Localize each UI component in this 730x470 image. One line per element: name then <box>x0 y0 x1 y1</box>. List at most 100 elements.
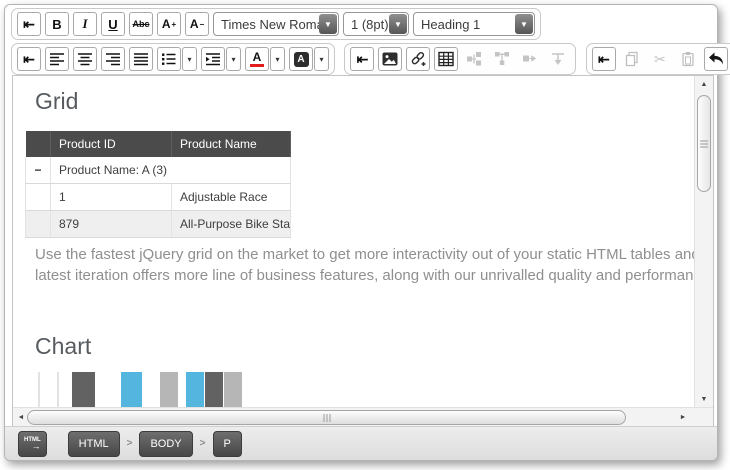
table-row: 879 All-Purpose Bike Sta <box>26 211 291 238</box>
scroll-grip <box>700 138 708 149</box>
indent-split-button: ▾ <box>201 47 241 71</box>
product-grid: Product ID Product Name − Product Name: … <box>25 131 291 238</box>
insert-link-button[interactable] <box>406 47 430 71</box>
chart-bar <box>38 372 40 407</box>
align-right-icon <box>105 52 121 66</box>
font-color-dropdown-arrow[interactable]: ▾ <box>270 47 285 71</box>
undo-button[interactable] <box>704 47 728 71</box>
breadcrumb-p[interactable]: P <box>213 431 242 457</box>
add-column-right-icon <box>494 51 510 67</box>
bold-button[interactable]: B <box>45 12 69 36</box>
chevron-down-icon[interactable]: ▼ <box>319 14 337 34</box>
chevron-down-icon[interactable]: ▼ <box>389 14 407 34</box>
create-table-button[interactable] <box>434 47 458 71</box>
add-column-left-button[interactable] <box>462 47 486 71</box>
justify-button[interactable] <box>129 47 153 71</box>
grid-header-expand-col <box>26 131 51 157</box>
chart-bar <box>224 372 242 407</box>
insert-image-button[interactable] <box>378 47 402 71</box>
plus-sign: + <box>172 20 177 29</box>
format-block-select[interactable]: Heading 1 ▼ <box>413 12 535 36</box>
toolbar-group-paragraph: ⇤ ▾ ▾ A ▾ <box>11 43 335 75</box>
font-color-split-button: A ▾ <box>245 47 285 71</box>
toolbar-group-handle-icon[interactable]: ⇤ <box>17 47 41 71</box>
editor-content-area: Grid Product ID Product Name − Product N… <box>12 75 714 428</box>
font-family-select[interactable]: Times New Roman ▼ <box>213 12 339 36</box>
add-row-above-icon <box>522 51 538 67</box>
align-right-button[interactable] <box>101 47 125 71</box>
chart-bar <box>72 372 95 407</box>
vertical-scroll-thumb[interactable] <box>697 95 711 192</box>
scroll-down-icon[interactable]: ▼ <box>695 391 713 407</box>
add-row-above-button[interactable] <box>518 47 542 71</box>
arrow-right-icon: → <box>32 442 41 451</box>
increase-font-letter: A <box>162 17 171 31</box>
back-color-dropdown-arrow[interactable]: ▾ <box>314 47 329 71</box>
chart-heading: Chart <box>35 333 91 360</box>
back-color-icon: A <box>294 52 309 67</box>
underline-button[interactable]: U <box>101 12 125 36</box>
cell-product-id: 879 <box>51 211 172 238</box>
bullet-list-button[interactable] <box>157 47 181 71</box>
add-column-left-icon <box>466 51 482 67</box>
scroll-up-icon[interactable]: ▲ <box>695 76 713 92</box>
indent-dropdown-arrow[interactable]: ▾ <box>226 47 241 71</box>
paste-icon <box>680 51 696 67</box>
italic-button[interactable]: I <box>73 12 97 36</box>
copy-button[interactable] <box>620 47 644 71</box>
align-center-icon <box>77 52 93 66</box>
toolbar-group-handle-icon[interactable]: ⇤ <box>592 47 616 71</box>
breadcrumb-separator: > <box>200 438 206 449</box>
element-path-bar: HTML → HTML > BODY > P <box>5 426 717 460</box>
horizontal-scrollbar[interactable]: ◄ ► <box>13 408 695 427</box>
back-color-split-button: A ▾ <box>289 47 329 71</box>
cell-product-name: Adjustable Race <box>172 184 291 211</box>
grid-group-row: − Product Name: A (3) <box>26 157 291 184</box>
cut-icon: ✂ <box>654 51 666 68</box>
indent-button[interactable] <box>201 47 225 71</box>
increase-font-button[interactable]: A+ <box>157 12 181 36</box>
breadcrumb-body[interactable]: BODY <box>139 431 192 457</box>
toolbar-group-handle-icon[interactable]: ⇤ <box>350 47 374 71</box>
toolbar-row-1: ⇤ B I U Abc A+ A− Times New Roman ▼ 1 (8… <box>5 5 717 40</box>
strikethrough-button[interactable]: Abc <box>129 12 153 36</box>
cut-button[interactable]: ✂ <box>648 47 672 71</box>
breadcrumb-html[interactable]: HTML <box>68 431 120 457</box>
list-dropdown-arrow[interactable]: ▾ <box>182 47 197 71</box>
group-collapse-icon[interactable]: − <box>26 157 51 184</box>
copy-icon <box>624 51 640 67</box>
cell-product-id: 1 <box>51 184 172 211</box>
font-color-button[interactable]: A <box>245 47 269 71</box>
add-row-below-button[interactable] <box>546 47 570 71</box>
chart-bar <box>57 372 59 407</box>
paste-button[interactable] <box>676 47 700 71</box>
toolbar-group-format: ⇤ B I U Abc A+ A− Times New Roman ▼ 1 (8… <box>11 8 541 40</box>
toolbar-group-handle-icon[interactable]: ⇤ <box>17 12 41 36</box>
link-icon <box>410 51 426 67</box>
add-column-right-button[interactable] <box>490 47 514 71</box>
back-color-button[interactable]: A <box>289 47 313 71</box>
paragraph-line: latest iteration offers more line of bus… <box>35 265 694 286</box>
decrease-font-button[interactable]: A− <box>185 12 209 36</box>
table-row: 1 Adjustable Race <box>26 184 291 211</box>
font-color-letter: A <box>253 51 262 63</box>
editable-document[interactable]: Grid Product ID Product Name − Product N… <box>13 76 694 407</box>
view-html-button[interactable]: HTML → <box>18 431 47 457</box>
minus-sign: − <box>200 20 205 29</box>
chevron-down-icon[interactable]: ▼ <box>515 14 533 34</box>
editor-window: ⇤ B I U Abc A+ A− Times New Roman ▼ 1 (8… <box>4 4 718 461</box>
scroll-right-icon[interactable]: ► <box>675 408 691 427</box>
add-row-below-icon <box>550 51 566 67</box>
vertical-scrollbar[interactable]: ▲ ▼ <box>694 76 713 407</box>
scrollbar-corner <box>695 408 713 427</box>
scroll-grip <box>322 414 331 422</box>
align-left-button[interactable] <box>45 47 69 71</box>
indent-icon <box>205 52 221 66</box>
chart-bar <box>186 372 204 407</box>
grid-heading: Grid <box>35 88 78 115</box>
chart-bars <box>13 372 694 407</box>
justify-icon <box>133 52 149 66</box>
horizontal-scroll-thumb[interactable] <box>27 410 626 425</box>
font-size-select[interactable]: 1 (8pt) ▼ <box>343 12 409 36</box>
align-center-button[interactable] <box>73 47 97 71</box>
